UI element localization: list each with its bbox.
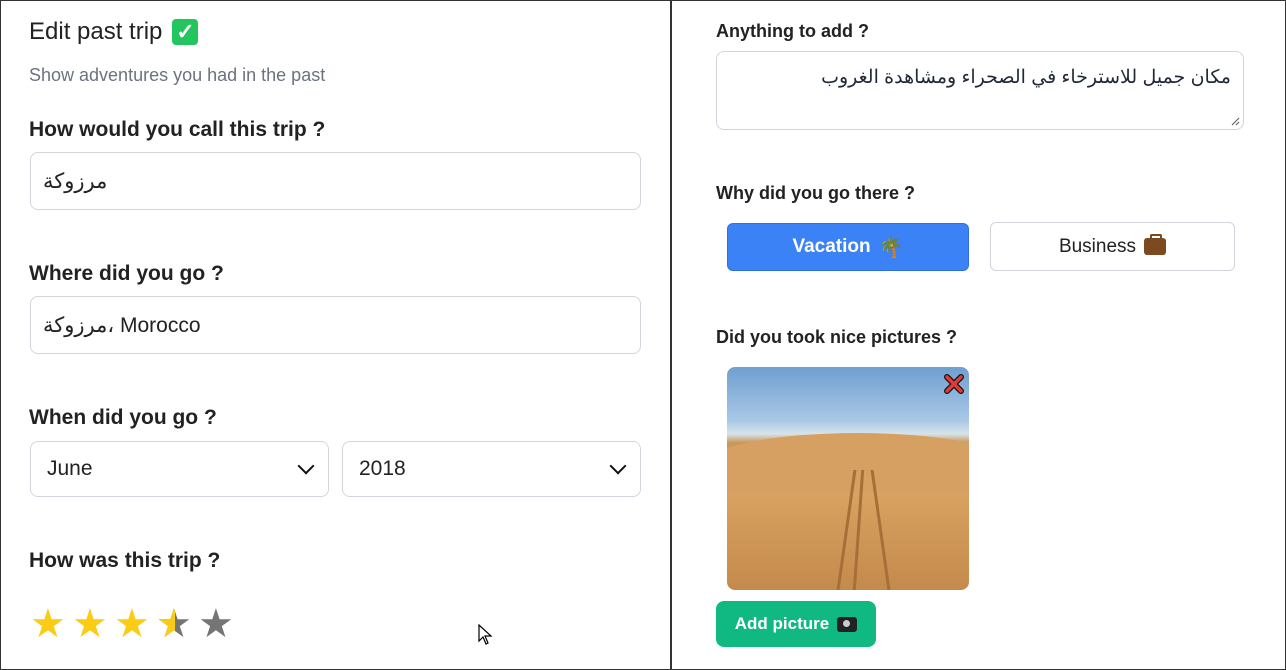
year-select[interactable]: 2018 xyxy=(342,441,641,497)
star-rating[interactable]: ★ ★ ★ ★ ★ ★ xyxy=(30,604,236,644)
pictures-label: Did you took nice pictures ? xyxy=(716,327,958,347)
business-label: Business xyxy=(1058,235,1137,257)
trip-name-value: مرزوكة xyxy=(43,169,108,193)
resize-handle-icon[interactable] xyxy=(1230,116,1240,126)
destination-input[interactable]: مرزوكة، Morocco xyxy=(30,296,641,354)
month-select[interactable]: June xyxy=(30,441,329,497)
page-subtitle: Show adventures you had in the past xyxy=(29,65,326,85)
chevron-down-icon xyxy=(297,457,315,475)
destination-value: مرزوكة، Morocco xyxy=(43,313,201,337)
page-title-text: Edit past trip xyxy=(29,18,163,45)
vacation-label: Vacation xyxy=(792,236,871,257)
business-button[interactable]: Business xyxy=(990,222,1235,271)
vacation-button[interactable]: Vacation 🌴 xyxy=(727,223,969,271)
notes-textarea[interactable]: مكان جميل للاسترخاء في الصحراء ومشاهدة ا… xyxy=(716,51,1244,130)
close-icon[interactable] xyxy=(943,373,965,395)
chevron-down-icon xyxy=(609,457,627,475)
notes-label: Anything to add ? xyxy=(716,21,869,41)
star-icon[interactable]: ★ ★ xyxy=(156,604,194,644)
purpose-label: Why did you go there ? xyxy=(716,183,915,203)
trip-name-label: How would you call this trip ? xyxy=(29,118,326,141)
date-label: When did you go ? xyxy=(29,406,217,429)
photo-dune xyxy=(727,433,969,493)
month-value: June xyxy=(47,457,93,480)
star-icon[interactable]: ★ xyxy=(114,604,152,644)
briefcase-icon xyxy=(1144,234,1167,255)
year-value: 2018 xyxy=(359,457,406,480)
notes-value: مكان جميل للاسترخاء في الصحراء ومشاهدة ا… xyxy=(821,67,1231,88)
camera-icon xyxy=(837,616,858,632)
add-picture-button[interactable]: Add picture xyxy=(716,601,876,647)
star-icon[interactable]: ★ xyxy=(72,604,110,644)
check-mark-icon: ✓ xyxy=(172,19,199,45)
add-picture-label: Add picture xyxy=(734,614,830,633)
rating-label: How was this trip ? xyxy=(29,549,221,572)
panel-divider xyxy=(670,0,672,670)
star-icon[interactable]: ★ xyxy=(198,604,236,644)
trip-name-input[interactable]: مرزوكة xyxy=(30,152,641,210)
destination-label: Where did you go ? xyxy=(29,262,224,285)
star-icon[interactable]: ★ xyxy=(30,604,68,644)
mouse-cursor-icon xyxy=(478,624,493,645)
palm-tree-icon: 🌴 xyxy=(878,236,904,259)
trip-photo xyxy=(727,367,969,590)
page-title: Edit past trip ✓ xyxy=(29,18,199,46)
